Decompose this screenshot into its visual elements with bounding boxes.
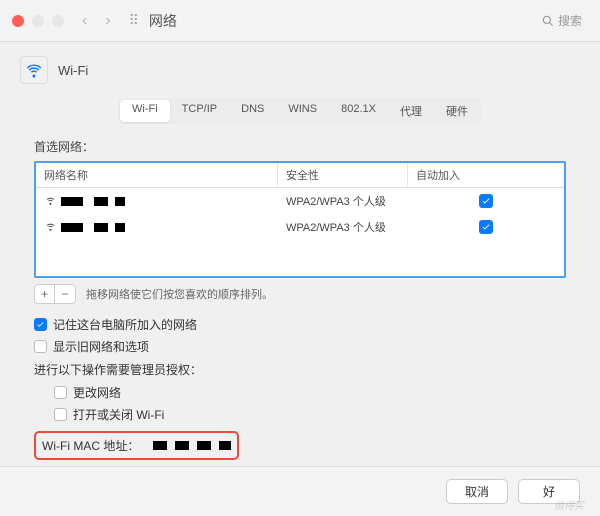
- wifi-icon: [20, 56, 48, 84]
- tab-tcpip[interactable]: TCP/IP: [170, 100, 229, 122]
- network-table: 网络名称 安全性 自动加入 WPA2/WPA3 个人级WPA2/WPA3 个人级: [34, 161, 566, 278]
- remember-networks-label: 记住这台电脑所加入的网络: [53, 316, 197, 333]
- watermark: 值得买: [554, 497, 584, 512]
- signal-icon: [44, 193, 57, 209]
- preferred-networks-label: 首选网络：: [34, 138, 566, 155]
- tab-wifi[interactable]: Wi-Fi: [120, 100, 170, 122]
- admin-auth-label: 进行以下操作需要管理员授权：: [34, 361, 566, 378]
- table-row[interactable]: WPA2/WPA3 个人级: [36, 188, 564, 214]
- reorder-hint: 拖移网络使它们按您喜欢的顺序排列。: [86, 286, 273, 302]
- grid-icon[interactable]: ⠿: [129, 12, 139, 29]
- minimize-window-button[interactable]: [32, 15, 44, 27]
- toggle-wifi-label: 打开或关闭 Wi-Fi: [73, 406, 164, 423]
- show-legacy-checkbox[interactable]: [34, 340, 47, 353]
- maximize-window-button[interactable]: [52, 15, 64, 27]
- page-title: Wi-Fi: [58, 63, 88, 78]
- footer: 取消 好: [0, 466, 600, 516]
- mac-address-label: Wi-Fi MAC 地址：: [42, 437, 139, 454]
- column-auto-join[interactable]: 自动加入: [408, 163, 564, 187]
- add-network-button[interactable]: +: [35, 285, 55, 303]
- remove-network-button[interactable]: −: [55, 285, 75, 303]
- window-title: 网络: [149, 11, 536, 31]
- titlebar: ‹ › ⠿ 网络 搜索: [0, 0, 600, 42]
- show-legacy-label: 显示旧网络和选项: [53, 338, 149, 355]
- column-network-name[interactable]: 网络名称: [36, 163, 278, 187]
- auto-join-checkbox[interactable]: [479, 194, 493, 208]
- table-row[interactable]: WPA2/WPA3 个人级: [36, 214, 564, 240]
- cancel-button[interactable]: 取消: [446, 479, 508, 504]
- search-icon: [542, 15, 554, 27]
- tab-[interactable]: 硬件: [434, 100, 480, 122]
- search-field[interactable]: 搜索: [536, 10, 588, 31]
- change-network-checkbox[interactable]: [54, 386, 67, 399]
- tabs: Wi-FiTCP/IPDNSWINS802.1X代理硬件: [20, 98, 580, 124]
- mac-address-row: Wi-Fi MAC 地址：: [34, 431, 239, 460]
- add-remove-controls: + −: [34, 284, 76, 304]
- tab-8021x[interactable]: 802.1X: [329, 100, 388, 122]
- tab-[interactable]: 代理: [388, 100, 434, 122]
- tab-dns[interactable]: DNS: [229, 100, 276, 122]
- close-window-button[interactable]: [12, 15, 24, 27]
- mac-address-value: [153, 441, 231, 450]
- traffic-lights: [12, 15, 64, 27]
- change-network-label: 更改网络: [73, 384, 121, 401]
- back-button[interactable]: ‹: [82, 12, 87, 30]
- auto-join-checkbox[interactable]: [479, 220, 493, 234]
- nav-arrows: ‹ ›: [82, 12, 111, 30]
- tab-wins[interactable]: WINS: [276, 100, 329, 122]
- column-security[interactable]: 安全性: [278, 163, 408, 187]
- remember-networks-checkbox[interactable]: [34, 318, 47, 331]
- signal-icon: [44, 219, 57, 235]
- toggle-wifi-checkbox[interactable]: [54, 408, 67, 421]
- forward-button[interactable]: ›: [105, 12, 110, 30]
- header: Wi-Fi: [20, 56, 580, 84]
